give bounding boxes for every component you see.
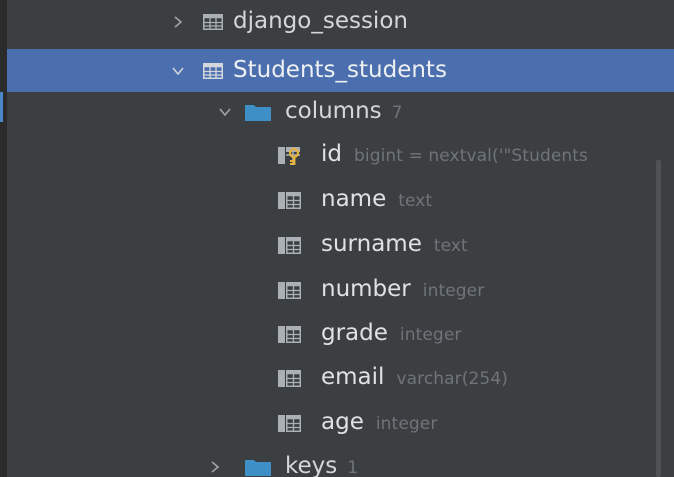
keys-group-label: keys	[285, 453, 338, 477]
column-type: bigint = nextval('"Students	[354, 146, 588, 166]
keys-count: 1	[347, 458, 359, 477]
tree-left-border	[0, 0, 7, 477]
column-row-age[interactable]: age integer	[0, 401, 674, 444]
table-icon	[203, 0, 223, 43]
tree-node-django-session[interactable]: django_session	[0, 0, 674, 43]
column-type: integer	[399, 325, 462, 345]
column-icon	[278, 356, 302, 399]
not-null-column-icon	[278, 312, 302, 355]
column-name: grade	[321, 320, 388, 346]
vertical-scrollbar[interactable]	[656, 160, 661, 477]
table-name-label: django_session	[233, 8, 408, 34]
tree-node-keys[interactable]: keys 1	[0, 445, 674, 477]
column-row-name[interactable]: name text	[0, 178, 674, 221]
column-name: email	[321, 364, 385, 390]
chevron-right-icon[interactable]	[206, 445, 224, 477]
column-type: varchar(254)	[396, 369, 508, 389]
chevron-right-icon[interactable]	[169, 0, 187, 43]
column-row-id[interactable]: id bigint = nextval('"Students	[0, 133, 674, 176]
column-row-email[interactable]: email varchar(254)	[0, 356, 674, 399]
column-name: age	[321, 409, 364, 435]
focus-marker	[0, 92, 3, 122]
primary-key-column-icon	[278, 133, 302, 176]
columns-count: 7	[391, 103, 403, 123]
column-name: number	[321, 276, 411, 302]
folder-icon	[245, 90, 271, 133]
column-type: integer	[422, 281, 485, 301]
not-null-column-icon	[278, 268, 302, 311]
column-name: name	[321, 186, 387, 212]
column-icon	[278, 401, 302, 444]
chevron-down-icon[interactable]	[169, 49, 187, 92]
column-type: integer	[375, 414, 438, 434]
tree-node-columns[interactable]: columns 7	[0, 90, 674, 133]
table-icon	[203, 49, 223, 92]
tree-node-students-students[interactable]: Students_students	[0, 49, 674, 92]
not-null-column-icon	[278, 178, 302, 221]
columns-group-label: columns	[285, 98, 382, 124]
not-null-column-icon	[278, 223, 302, 266]
column-name: id	[321, 141, 342, 167]
table-name-label: Students_students	[233, 57, 447, 83]
column-row-surname[interactable]: surname text	[0, 223, 674, 266]
folder-icon	[245, 445, 271, 477]
column-row-number[interactable]: number integer	[0, 268, 674, 311]
column-type: text	[398, 191, 433, 211]
column-type: text	[433, 236, 468, 256]
database-tree: django_session Students_students columns…	[0, 0, 674, 477]
column-name: surname	[321, 231, 422, 257]
chevron-down-icon[interactable]	[216, 90, 234, 133]
column-row-grade[interactable]: grade integer	[0, 312, 674, 355]
